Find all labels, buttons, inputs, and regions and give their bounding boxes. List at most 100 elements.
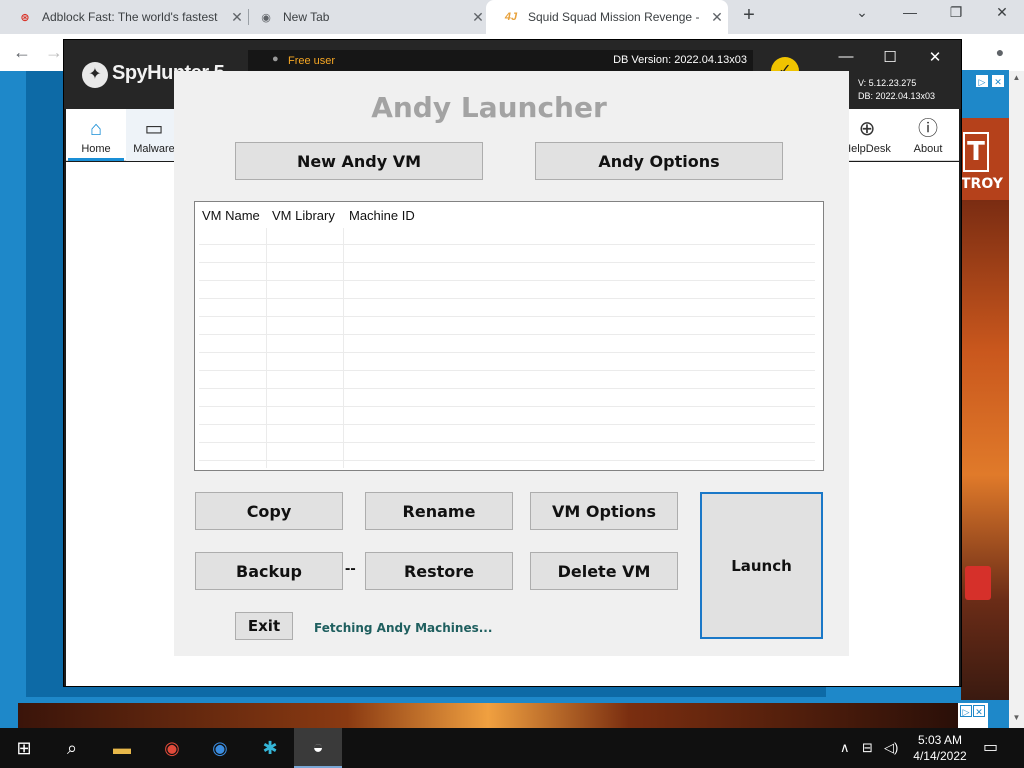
new-andy-vm-button[interactable]: New Andy VM bbox=[235, 142, 483, 180]
profile-icon[interactable]: ● bbox=[988, 40, 1012, 64]
new-tab-button[interactable]: + bbox=[738, 4, 760, 30]
app-icon[interactable]: ✱ bbox=[246, 728, 294, 768]
back-icon[interactable]: ← bbox=[10, 40, 34, 64]
file-explorer-icon[interactable]: ▬ bbox=[98, 728, 146, 768]
close-icon[interactable]: ✕ bbox=[988, 4, 1016, 28]
nav-label: Home bbox=[81, 143, 111, 155]
ad-cta-button[interactable] bbox=[965, 566, 991, 600]
copy-button[interactable]: Copy bbox=[195, 492, 343, 530]
launch-button[interactable]: Launch bbox=[700, 492, 823, 639]
row-divider bbox=[199, 244, 815, 245]
tab-title: Squid Squad Mission Revenge - bbox=[528, 10, 700, 24]
network-icon[interactable]: ⊟ bbox=[862, 740, 873, 756]
andy-options-button[interactable]: Andy Options bbox=[535, 142, 783, 180]
windows-taskbar: ⊞ ⌕ ▬ ◉ ◉ ✱ ◒ ∧ ⊟ ◁) 5:03 AM 4/14/2022 ▭ bbox=[0, 728, 1024, 768]
chrome-icon[interactable]: ◉ bbox=[148, 728, 196, 768]
start-icon[interactable]: ⊞ bbox=[0, 728, 48, 768]
row-divider bbox=[199, 352, 815, 353]
volume-icon[interactable]: ◁) bbox=[884, 740, 898, 756]
search-icon[interactable]: ⌕ bbox=[48, 728, 96, 768]
maximize-icon[interactable]: ☐ bbox=[875, 48, 905, 68]
browser-tab-strip: ⊛ Adblock Fast: The world's fastest ✕ ◉ … bbox=[0, 0, 1024, 34]
nav-label: HelpDesk bbox=[843, 143, 891, 155]
version-info: V: 5.12.23.275 DB: 2022.04.13x03 bbox=[858, 77, 935, 103]
db-version: DB: 2022.04.13x03 bbox=[858, 91, 936, 101]
row-divider bbox=[199, 424, 815, 425]
db-version-label: DB Version: 2022.04.13x03 bbox=[613, 54, 747, 66]
adblock-icon: ⊛ bbox=[20, 11, 30, 24]
nav-item-about[interactable]: ⓘ About bbox=[900, 109, 956, 161]
nav-label: About bbox=[913, 143, 943, 155]
ad-header: ▷ ✕ bbox=[961, 70, 1009, 118]
andy-launcher-dialog: Andy Launcher New Andy VM Andy Options V… bbox=[174, 71, 849, 656]
page-scrollbar[interactable]: ▲ ▼ bbox=[1009, 71, 1024, 728]
about-icon: ⓘ bbox=[918, 118, 938, 140]
row-divider bbox=[199, 388, 815, 389]
tray-chevron-icon[interactable]: ∧ bbox=[840, 740, 850, 756]
nav-item-home[interactable]: ⌂ Home bbox=[68, 109, 124, 161]
browser-tab-adblock[interactable]: ⊛ Adblock Fast: The world's fastest ✕ bbox=[0, 0, 248, 34]
ad-logo-word: TROY bbox=[961, 176, 1003, 192]
row-divider bbox=[199, 370, 815, 371]
scroll-up-icon[interactable]: ▲ bbox=[1009, 73, 1024, 82]
table-header: VM Name VM Library Machine ID bbox=[195, 202, 823, 228]
row-divider bbox=[199, 280, 815, 281]
close-tab-icon[interactable]: ✕ bbox=[706, 9, 728, 26]
browser-tab-new-tab[interactable]: ◉ New Tab ✕ bbox=[241, 0, 489, 34]
vm-options-button[interactable]: VM Options bbox=[530, 492, 678, 530]
ad-banner-bottom[interactable] bbox=[18, 703, 958, 729]
column-header-vm-library[interactable]: VM Library bbox=[272, 208, 335, 223]
restore-button[interactable]: Restore bbox=[365, 552, 513, 590]
notification-icon[interactable]: ▭ bbox=[983, 737, 998, 757]
ad-info-icon[interactable]: ▷ bbox=[975, 74, 989, 88]
rename-button[interactable]: Rename bbox=[365, 492, 513, 530]
ad-close-icon[interactable]: ✕ bbox=[973, 705, 985, 717]
game-icon: 4J bbox=[504, 11, 518, 23]
chromium-icon[interactable]: ◉ bbox=[196, 728, 244, 768]
ad-info-icon[interactable]: ▷ bbox=[960, 705, 972, 717]
row-divider bbox=[199, 262, 815, 263]
ad-artwork bbox=[961, 200, 1009, 700]
minimize-icon[interactable]: — bbox=[831, 48, 861, 68]
backup-button[interactable]: Backup bbox=[195, 552, 343, 590]
row-divider bbox=[199, 442, 815, 443]
ad-banner-right[interactable]: ▷ ✕ T TROY bbox=[961, 70, 1009, 700]
chrome-icon: ◉ bbox=[261, 11, 271, 24]
browser-tab-squid-squad[interactable]: 4J Squid Squad Mission Revenge - ✕ bbox=[486, 0, 728, 34]
exit-button[interactable]: Exit bbox=[235, 612, 293, 640]
spyhunter-logo-icon: ✦ bbox=[82, 62, 108, 88]
user-icon: ● bbox=[272, 53, 279, 65]
column-divider bbox=[266, 228, 267, 468]
minimize-icon[interactable]: — bbox=[896, 4, 924, 28]
row-divider bbox=[199, 460, 815, 461]
column-divider bbox=[343, 228, 344, 468]
delete-vm-button[interactable]: Delete VM bbox=[530, 552, 678, 590]
ad-close-icon[interactable]: ✕ bbox=[991, 74, 1005, 88]
ad-bottom-controls: ▷ ✕ bbox=[958, 703, 988, 728]
dialog-title: Andy Launcher bbox=[371, 91, 607, 124]
clock-date: 4/14/2022 bbox=[913, 749, 967, 763]
column-header-machine-id[interactable]: Machine ID bbox=[349, 208, 415, 223]
tab-title: New Tab bbox=[283, 10, 330, 24]
close-icon[interactable]: ✕ bbox=[920, 48, 950, 68]
scroll-down-icon[interactable]: ▼ bbox=[1009, 713, 1024, 722]
row-divider bbox=[199, 334, 815, 335]
vm-list-table[interactable]: VM Name VM Library Machine ID bbox=[194, 201, 824, 471]
clock-time: 5:03 AM bbox=[917, 733, 963, 747]
app-version: V: 5.12.23.275 bbox=[858, 78, 917, 88]
andy-icon[interactable]: ◒ bbox=[294, 728, 342, 768]
row-divider bbox=[199, 316, 815, 317]
maximize-icon[interactable]: ❐ bbox=[942, 4, 970, 28]
free-user-label[interactable]: Free user bbox=[288, 55, 335, 67]
home-icon: ⌂ bbox=[89, 118, 103, 140]
ad-logo-letter: T bbox=[963, 132, 989, 172]
clock[interactable]: 5:03 AM 4/14/2022 bbox=[905, 732, 975, 764]
backup-restore-separator: -- bbox=[345, 560, 356, 577]
column-header-vm-name[interactable]: VM Name bbox=[202, 208, 260, 223]
row-divider bbox=[199, 406, 815, 407]
user-status-bar: ● Free user DB Version: 2022.04.13x03 bbox=[248, 50, 753, 72]
row-divider bbox=[199, 298, 815, 299]
status-message: Fetching Andy Machines... bbox=[314, 621, 493, 635]
helpdesk-icon: ⊕ bbox=[858, 118, 876, 140]
tab-search-icon[interactable]: ⌄ bbox=[848, 4, 876, 28]
